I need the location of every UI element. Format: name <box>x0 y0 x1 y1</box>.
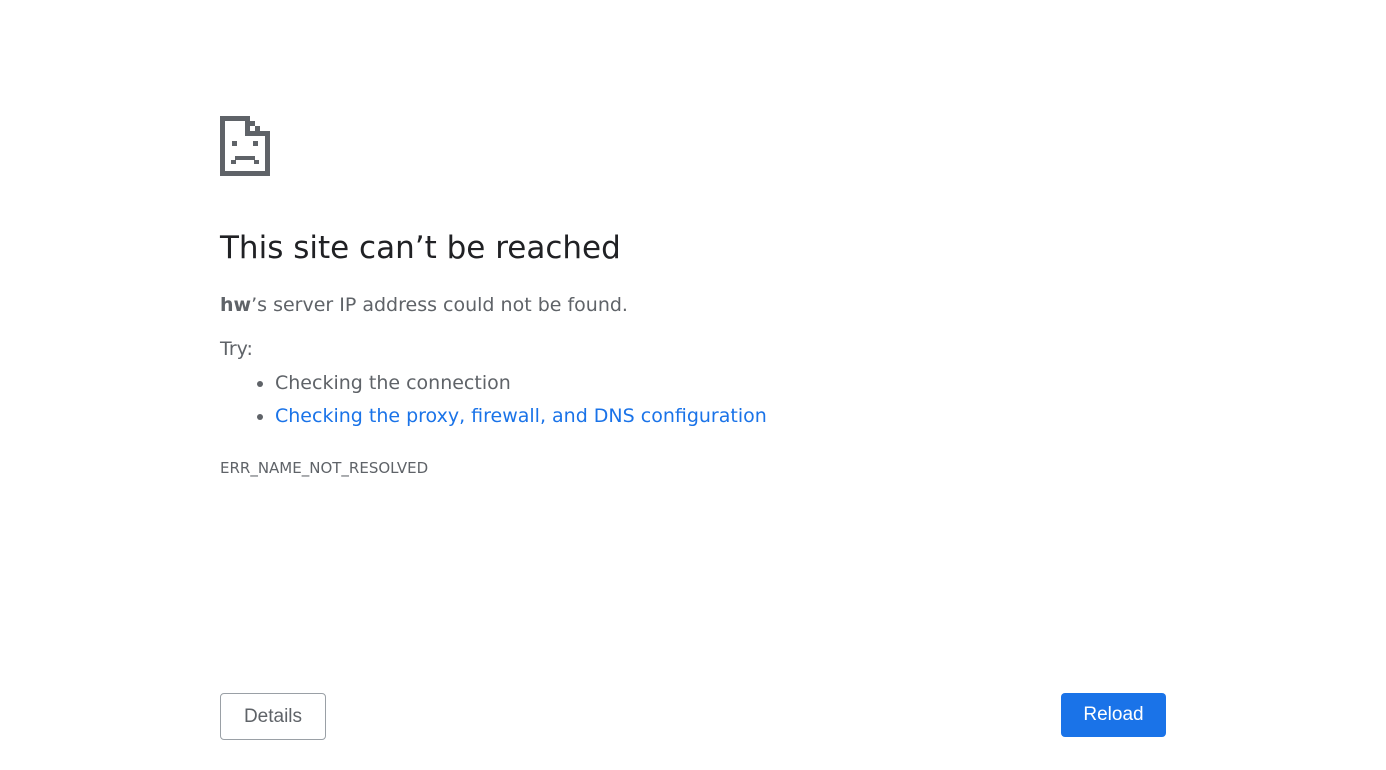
reload-button[interactable]: Reload <box>1061 693 1166 737</box>
error-page: This site can’t be reached hw’s server I… <box>0 0 1386 770</box>
host-name: hw <box>220 294 252 316</box>
error-summary-text: ’s server IP address could not be found. <box>251 294 628 316</box>
details-button[interactable]: Details <box>220 693 326 740</box>
error-summary: hw’s server IP address could not be foun… <box>220 292 628 318</box>
suggestion-check-connection: Checking the connection <box>275 372 511 394</box>
try-label: Try: <box>220 338 253 360</box>
suggestion-item: Checking the proxy, firewall, and DNS co… <box>275 400 767 433</box>
suggestion-item: Checking the connection <box>275 367 767 400</box>
error-code: ERR_NAME_NOT_RESOLVED <box>220 459 429 477</box>
suggestion-list: Checking the connection Checking the pro… <box>220 367 767 433</box>
proxy-firewall-dns-link[interactable]: Checking the proxy, firewall, and DNS co… <box>275 405 767 427</box>
sad-page-icon <box>220 116 270 176</box>
page-title: This site can’t be reached <box>220 230 621 266</box>
